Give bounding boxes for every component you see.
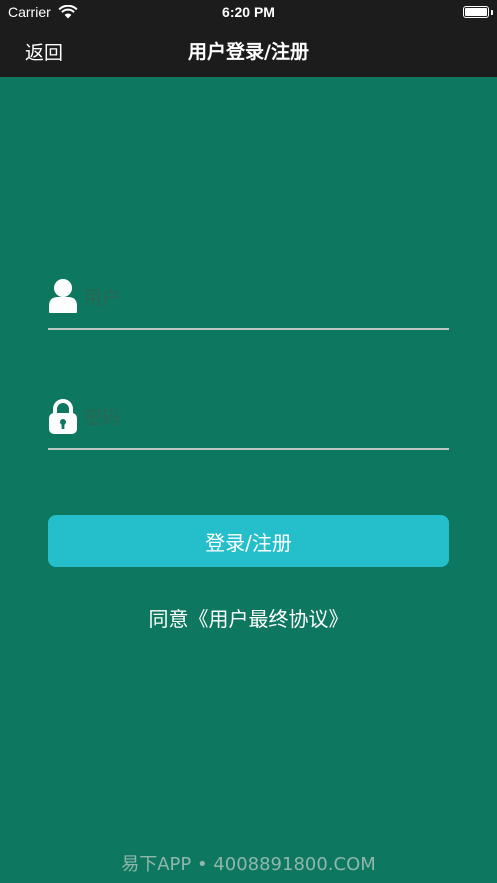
battery-tip bbox=[491, 10, 493, 15]
username-field bbox=[48, 274, 449, 330]
password-field bbox=[48, 394, 449, 450]
status-bar: Carrier 6:20 PM bbox=[0, 0, 497, 25]
username-input[interactable] bbox=[84, 280, 444, 316]
page-title: 用户登录/注册 bbox=[188, 41, 309, 63]
battery-icon bbox=[463, 6, 489, 18]
login-register-button[interactable]: 登录/注册 bbox=[48, 515, 449, 567]
status-time: 6:20 PM bbox=[222, 4, 275, 20]
watermark: 易下APP • 4008891800.COM bbox=[121, 854, 376, 875]
user-icon bbox=[49, 279, 77, 313]
navigation-bar: 返回 用户登录/注册 bbox=[0, 25, 497, 77]
password-input[interactable] bbox=[84, 400, 444, 436]
agreement-link[interactable]: 同意《用户最终协议》 bbox=[0, 603, 497, 632]
lock-icon bbox=[49, 399, 77, 434]
